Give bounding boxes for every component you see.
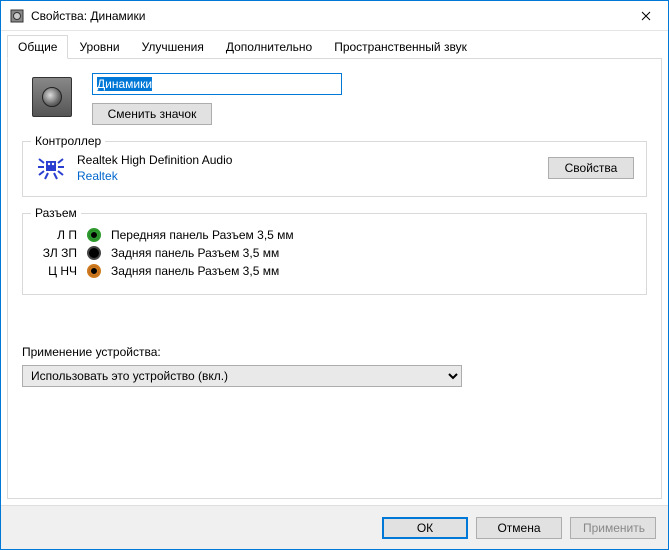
change-icon-button[interactable]: Сменить значок — [92, 103, 212, 125]
device-usage-label: Применение устройства: — [22, 345, 647, 359]
apply-button[interactable]: Применить — [570, 517, 656, 539]
device-usage-select[interactable]: Использовать это устройство (вкл.) — [22, 365, 462, 387]
tab-label: Улучшения — [142, 40, 204, 54]
tab-label: Пространственный звук — [334, 40, 467, 54]
tab-panel-general: Сменить значок Контроллер Realtek High D… — [7, 58, 662, 499]
cancel-button[interactable]: Отмена — [476, 517, 562, 539]
controller-name: Realtek High Definition Audio — [77, 153, 538, 167]
window-icon — [9, 8, 25, 24]
tab-label: Общие — [18, 40, 57, 54]
button-label: Свойства — [565, 161, 618, 175]
jack-color-icon — [87, 228, 101, 242]
button-label: Сменить значок — [108, 107, 197, 121]
tab-enhancements[interactable]: Улучшения — [131, 35, 215, 59]
tab-advanced[interactable]: Дополнительно — [215, 35, 323, 59]
speaker-icon — [32, 77, 72, 117]
tab-label: Дополнительно — [226, 40, 312, 54]
jack-color-icon — [87, 246, 101, 260]
properties-window: Свойства: Динамики Общие Уровни Улучшени… — [0, 0, 669, 550]
realtek-icon — [35, 152, 67, 184]
jack-description: Задняя панель Разъем 3,5 мм — [111, 264, 279, 278]
device-usage-section: Применение устройства: Использовать это … — [22, 345, 647, 387]
tab-spatial-sound[interactable]: Пространственный звук — [323, 35, 478, 59]
button-label: Отмена — [497, 521, 540, 535]
controller-legend: Контроллер — [31, 134, 105, 148]
jack-description: Передняя панель Разъем 3,5 мм — [111, 228, 294, 242]
button-label: Применить — [583, 521, 645, 535]
controller-group: Контроллер Realtek High Definition Audio… — [22, 141, 647, 197]
jacks-group: Разъем Л П Передняя панель Разъем 3,5 мм… — [22, 213, 647, 295]
tab-strip: Общие Уровни Улучшения Дополнительно Про… — [1, 31, 668, 58]
device-name-input[interactable] — [92, 73, 342, 95]
jacks-legend: Разъем — [31, 206, 81, 220]
jack-description: Задняя панель Разъем 3,5 мм — [111, 246, 279, 260]
ok-button[interactable]: ОК — [382, 517, 468, 539]
jack-label: Ц НЧ — [35, 264, 77, 278]
button-label: ОК — [417, 521, 433, 535]
tab-levels[interactable]: Уровни — [68, 35, 130, 59]
jack-label: ЗЛ ЗП — [35, 246, 77, 260]
jack-color-icon — [87, 264, 101, 278]
jack-row: Л П Передняя панель Разъем 3,5 мм — [35, 228, 634, 242]
window-title: Свойства: Динамики — [31, 9, 623, 23]
device-header: Сменить значок — [22, 73, 647, 125]
jack-row: Ц НЧ Задняя панель Разъем 3,5 мм — [35, 264, 634, 278]
controller-vendor-link[interactable]: Realtek — [77, 169, 538, 183]
close-button[interactable] — [623, 1, 668, 31]
tab-general[interactable]: Общие — [7, 35, 68, 59]
titlebar: Свойства: Динамики — [1, 1, 668, 31]
tab-label: Уровни — [79, 40, 119, 54]
jack-row: ЗЛ ЗП Задняя панель Разъем 3,5 мм — [35, 246, 634, 260]
controller-properties-button[interactable]: Свойства — [548, 157, 634, 179]
dialog-footer: ОК Отмена Применить — [1, 505, 668, 549]
jack-label: Л П — [35, 228, 77, 242]
